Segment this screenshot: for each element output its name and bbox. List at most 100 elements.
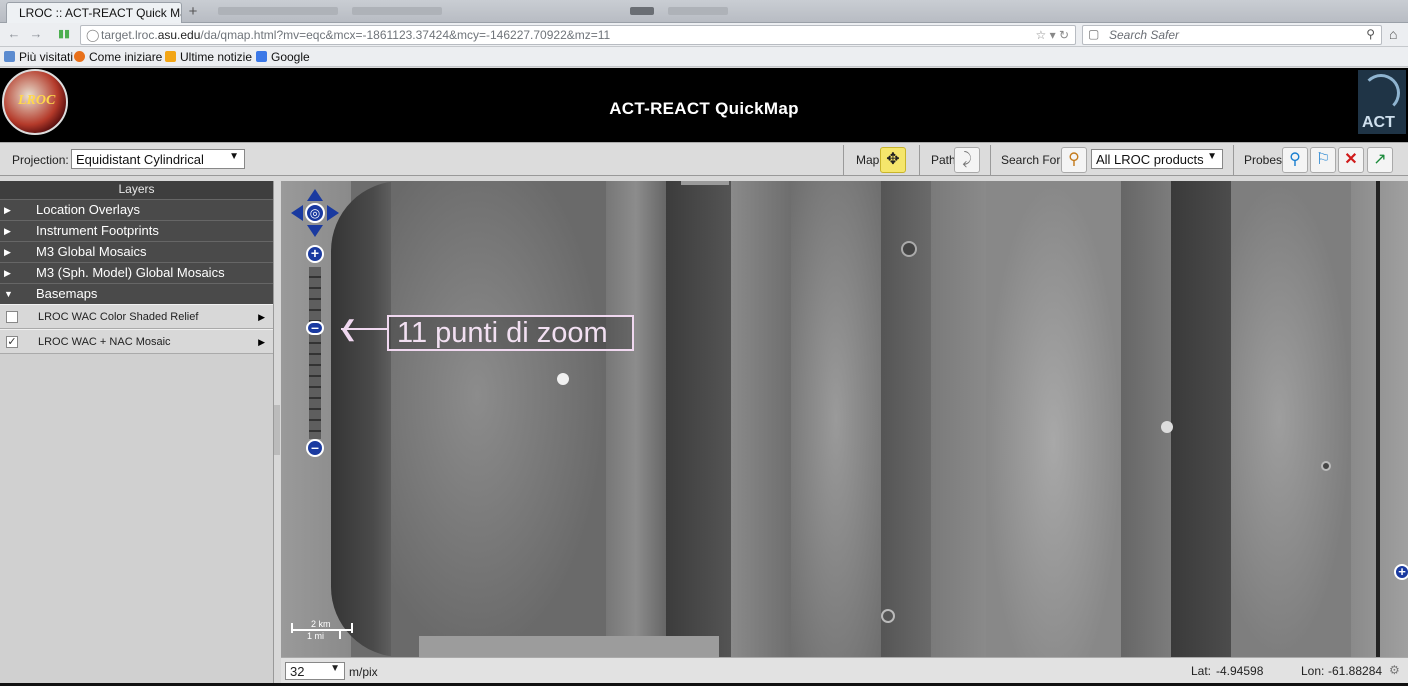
basemap-item-wac-nac[interactable]: ✓ LROC WAC + NAC Mosaic ▶: [0, 329, 273, 354]
layer-group-m3-sph-model[interactable]: ▶ M3 (Sph. Model) Global Mosaics: [0, 262, 273, 283]
basemap-checkbox[interactable]: ✓: [6, 336, 18, 348]
blurred-tab[interactable]: [668, 7, 728, 15]
layer-group-basemaps[interactable]: ▼ Basemaps: [0, 283, 273, 304]
settings-gear-icon[interactable]: ⚙: [1389, 663, 1400, 677]
home-icon[interactable]: ⌂: [1389, 26, 1397, 42]
scale-tick: [351, 623, 353, 633]
projection-label: Projection:: [12, 153, 69, 167]
resolution-select[interactable]: 32 ▼: [285, 662, 345, 680]
scale-tick: [291, 623, 293, 633]
pan-tool-button[interactable]: ✥: [880, 147, 906, 173]
layer-group-location-overlays[interactable]: ▶ Location Overlays: [0, 199, 273, 220]
browser-tab-active[interactable]: LROC :: ACT-REACT Quick Map: [6, 2, 182, 23]
map-strip: [931, 181, 986, 657]
page-title: ACT-REACT QuickMap: [609, 99, 799, 118]
toolbar-divider: [919, 145, 920, 175]
bookmark-item[interactable]: Più visitati: [4, 50, 73, 64]
path-icon: ⤸: [962, 151, 972, 168]
submenu-arrow-icon[interactable]: ▶: [258, 305, 265, 329]
crater: [881, 609, 895, 623]
map-strip: [1171, 181, 1231, 657]
blurred-tab[interactable]: [352, 7, 442, 15]
chevron-down-icon: ▼: [229, 151, 239, 162]
basemap-checkbox[interactable]: [6, 311, 18, 323]
layer-group-label: Basemaps: [36, 286, 98, 301]
bookmark-star-icon[interactable]: ☆: [1035, 28, 1046, 42]
map-strip: [391, 181, 606, 657]
pan-left-icon[interactable]: [291, 205, 303, 221]
line-chart-icon: ↗: [1373, 151, 1387, 168]
pan-control: ◎: [291, 189, 339, 237]
area-probe-button[interactable]: ⚐: [1310, 147, 1336, 173]
layer-group-label: Instrument Footprints: [36, 223, 159, 238]
projection-value: Equidistant Cylindrical: [76, 152, 204, 167]
bookmark-item[interactable]: Come iniziare: [74, 50, 162, 64]
dropdown-icon[interactable]: ▾: [1050, 28, 1056, 42]
layer-group-m3-global-mosaics[interactable]: ▶ M3 Global Mosaics: [0, 241, 273, 262]
basemap-item-wac-color[interactable]: LROC WAC Color Shaded Relief ▶: [0, 304, 273, 329]
search-icon[interactable]: ⚲: [1366, 27, 1375, 41]
expand-panel-button[interactable]: +: [1394, 564, 1408, 580]
reload-icon[interactable]: ↻: [1059, 28, 1069, 42]
crater: [1321, 461, 1331, 471]
scale-km-label: 2 km: [311, 619, 331, 629]
map-strip: [1121, 181, 1171, 657]
zoom-control: + – –: [306, 245, 324, 457]
toolbar-divider: [1233, 145, 1234, 175]
map-strip: [791, 181, 881, 657]
pan-down-icon[interactable]: [307, 225, 323, 237]
bookmark-item[interactable]: Ultime notizie: [165, 50, 252, 64]
search-engine-icon[interactable]: ▢: [1088, 27, 1099, 41]
toolbar-divider: [843, 145, 844, 175]
path-tool-label: Path: [931, 153, 956, 167]
page-info-icon[interactable]: ◯: [86, 28, 99, 42]
map-top-handle[interactable]: [681, 181, 729, 185]
layer-group-instrument-footprints[interactable]: ▶ Instrument Footprints: [0, 220, 273, 241]
map-strip: [731, 181, 791, 657]
sidebar-splitter-handle[interactable]: [274, 405, 280, 455]
layer-group-label: M3 (Sph. Model) Global Mosaics: [36, 265, 225, 280]
chevron-down-icon: ▼: [1207, 151, 1217, 162]
collapse-triangle-icon: ▼: [4, 289, 13, 299]
pan-up-icon[interactable]: [307, 189, 323, 201]
search-products-select[interactable]: All LROC products ▼: [1091, 149, 1223, 169]
forward-arrow-icon[interactable]: →: [28, 26, 44, 42]
submenu-arrow-icon[interactable]: ▶: [258, 330, 265, 354]
zoom-slider-track[interactable]: [309, 267, 321, 439]
search-tool-button[interactable]: ⚲: [1061, 147, 1087, 173]
point-probe-button[interactable]: ⚲: [1282, 147, 1308, 173]
globe-icon[interactable]: ◎: [305, 203, 325, 223]
zoom-out-button[interactable]: –: [306, 439, 324, 457]
chevron-down-icon: ▼: [330, 663, 340, 674]
move-arrows-icon: ✥: [886, 151, 900, 168]
map-strip: [606, 181, 666, 657]
browser-tab-bar: LROC :: ACT-REACT Quick Map +: [0, 0, 1408, 23]
zoom-slider-handle[interactable]: –: [306, 320, 324, 335]
map-tool-label: Map: [856, 153, 880, 167]
url-bar[interactable]: ◯ target.lroc.asu.edu/da/qmap.html?mv=eq…: [80, 25, 1076, 45]
app-root: LROC :: ACT-REACT Quick Map + ← → ▮▮ ◯ t…: [0, 0, 1408, 686]
profile-chart-button[interactable]: ↗: [1367, 147, 1393, 173]
act-logo[interactable]: ACT: [1358, 70, 1406, 134]
act-logo-arc: [1362, 74, 1400, 112]
new-tab-button[interactable]: +: [184, 3, 202, 21]
bookmark-item[interactable]: Google: [256, 50, 310, 64]
browser-search-input[interactable]: ▢ Search Safer ⚲: [1082, 25, 1382, 45]
path-tool-button[interactable]: ⤸: [954, 147, 980, 173]
zoom-in-button[interactable]: +: [306, 245, 324, 263]
crater: [901, 241, 917, 257]
pan-right-icon[interactable]: [327, 205, 339, 221]
basemap-label: LROC WAC + NAC Mosaic: [38, 336, 171, 348]
blurred-tab[interactable]: [630, 7, 654, 15]
probes-label: Probes: [1244, 153, 1283, 167]
blurred-tab[interactable]: [218, 7, 338, 15]
map-strip: [1231, 181, 1351, 657]
basemap-label: LROC WAC Color Shaded Relief: [38, 311, 199, 323]
layer-group-label: Location Overlays: [36, 202, 141, 217]
clear-probes-button[interactable]: ✕: [1338, 147, 1364, 173]
url-prefix: target.lroc.: [101, 28, 158, 42]
layer-group-label: M3 Global Mosaics: [36, 244, 147, 259]
map-viewport[interactable]: ◎ + – – ❮ 11 punti di zoom 2 km 1 mi +: [281, 181, 1408, 657]
projection-select[interactable]: Equidistant Cylindrical ▼: [71, 149, 245, 169]
back-arrow-icon[interactable]: ←: [6, 26, 22, 42]
